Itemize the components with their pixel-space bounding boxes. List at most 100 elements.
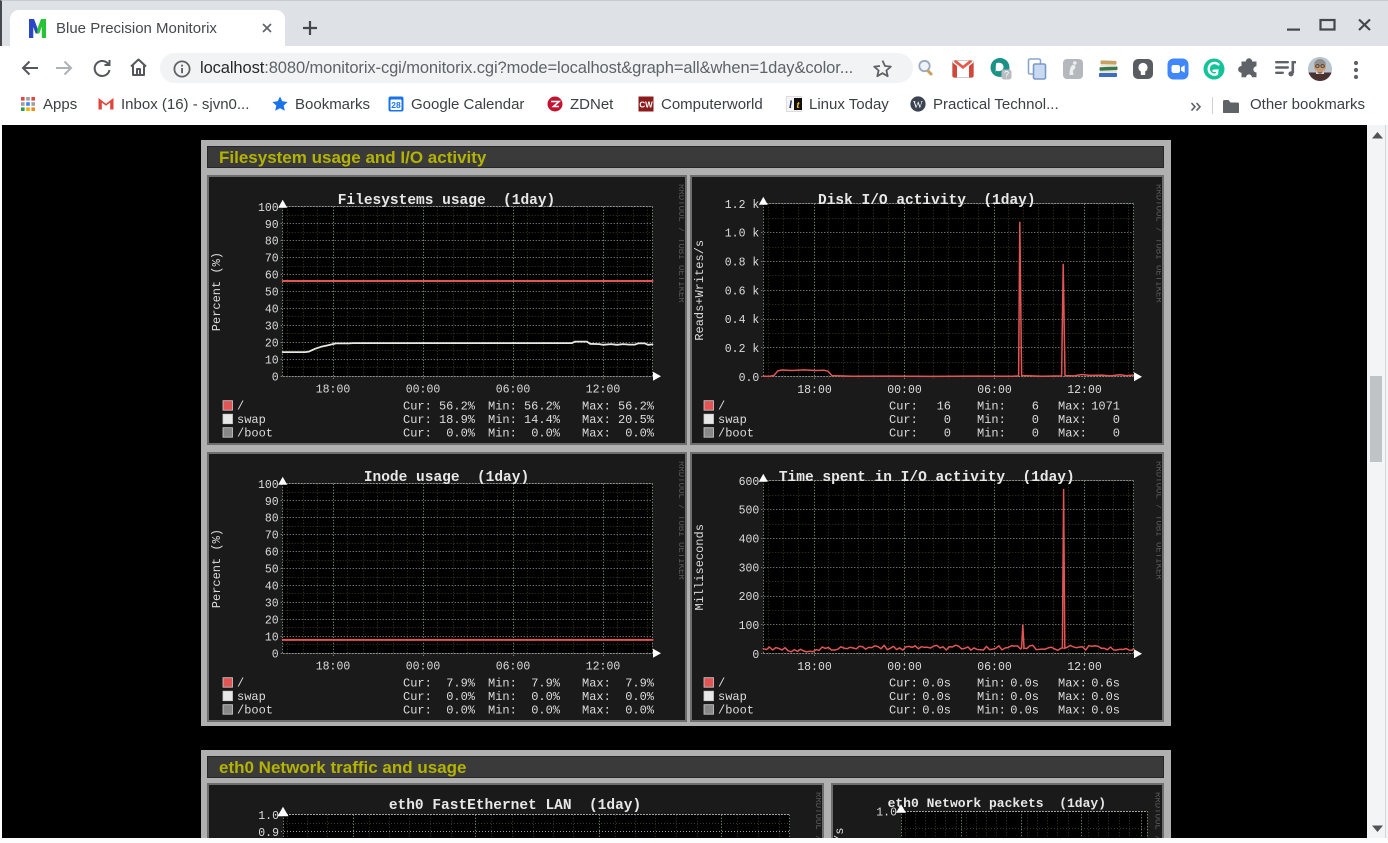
svg-text:16: 16 — [936, 399, 950, 413]
svg-text:/: / — [718, 399, 725, 413]
svg-text:eth0 Network packets (1day): eth0 Network packets (1day) — [887, 796, 1105, 811]
svg-text:56.2%: 56.2% — [523, 399, 560, 413]
svg-text:06:00: 06:00 — [977, 660, 1012, 673]
svg-text:Max:: Max: — [1058, 413, 1087, 427]
svg-text:Cur:: Cur: — [889, 426, 918, 440]
svg-text:0: 0 — [943, 413, 950, 427]
svg-text:00:00: 00:00 — [405, 383, 440, 396]
svg-text:0.6s: 0.6s — [1091, 676, 1120, 690]
svg-text:12:00: 12:00 — [1067, 383, 1102, 396]
svg-text:100: 100 — [738, 620, 759, 633]
svg-text:200: 200 — [738, 591, 759, 604]
svg-text:0.0%: 0.0% — [446, 426, 476, 440]
svg-text:0.0%: 0.0% — [446, 703, 476, 717]
svg-text:0: 0 — [271, 371, 278, 384]
svg-text:Max:: Max: — [582, 676, 611, 690]
svg-text:Max:: Max: — [582, 703, 611, 717]
svg-text:0.0s: 0.0s — [1010, 703, 1039, 717]
svg-text:Cur:: Cur: — [889, 399, 918, 413]
svg-text:400: 400 — [738, 533, 759, 546]
svg-text:Time spent in I/O activity (1: Time spent in I/O activity (1day) — [778, 470, 1074, 486]
svg-text:0.0s: 0.0s — [922, 703, 951, 717]
svg-text:Cur:: Cur: — [403, 703, 432, 717]
svg-text:00:00: 00:00 — [887, 383, 922, 396]
svg-text:7.9%: 7.9% — [625, 676, 655, 690]
svg-text:Cur:: Cur: — [403, 676, 432, 690]
svg-text:20.5%: 20.5% — [617, 413, 654, 427]
svg-text:30: 30 — [264, 597, 278, 610]
svg-text:Cur:: Cur: — [889, 690, 918, 704]
svg-text:18:00: 18:00 — [315, 383, 350, 396]
svg-text:6: 6 — [1031, 399, 1038, 413]
svg-text:00:00: 00:00 — [405, 660, 440, 673]
svg-text:Percent (%): Percent (%) — [210, 251, 224, 330]
svg-text:Min:: Min: — [977, 690, 1006, 704]
svg-text:18:00: 18:00 — [797, 660, 832, 673]
svg-text:1.0: 1.0 — [258, 810, 279, 823]
svg-text:600: 600 — [738, 475, 759, 488]
svg-text:Max:: Max: — [1058, 676, 1087, 690]
svg-text:0.8 k: 0.8 k — [724, 256, 759, 269]
svg-text:0.0s: 0.0s — [1010, 690, 1039, 704]
svg-text:Cur:: Cur: — [889, 676, 918, 690]
svg-text:14.4%: 14.4% — [523, 413, 560, 427]
svg-text:90: 90 — [264, 218, 278, 231]
svg-text:Inode usage (1day): Inode usage (1day) — [363, 470, 528, 486]
svg-text:/boot: /boot — [718, 703, 754, 717]
svg-text:100: 100 — [257, 478, 278, 491]
svg-text:7.9%: 7.9% — [446, 676, 476, 690]
svg-text:0.0s: 0.0s — [1010, 676, 1039, 690]
svg-text:Min:: Min: — [488, 426, 517, 440]
svg-text:0.0%: 0.0% — [625, 703, 655, 717]
svg-text:swap: swap — [718, 690, 747, 704]
svg-text:100: 100 — [257, 201, 278, 214]
svg-text:0: 0 — [1112, 426, 1119, 440]
svg-text:W: W — [913, 100, 923, 111]
svg-text:0: 0 — [943, 426, 950, 440]
svg-text:RRDTOOL / TOBI OETIKER: RRDTOOL / TOBI OETIKER — [1153, 184, 1161, 303]
svg-text:Reads+Writes/s: Reads+Writes/s — [693, 239, 707, 340]
svg-text:0.0s: 0.0s — [1091, 690, 1120, 704]
svg-text:0.0s: 0.0s — [922, 690, 951, 704]
svg-text:12:00: 12:00 — [585, 660, 620, 673]
svg-text:Max:: Max: — [1058, 426, 1087, 440]
svg-text:Max:: Max: — [582, 399, 611, 413]
svg-text:0.0%: 0.0% — [625, 690, 655, 704]
svg-text:/boot: /boot — [237, 703, 273, 717]
svg-text:56.2%: 56.2% — [438, 399, 475, 413]
svg-text:RRDTOOL / TOBI OETIKER: RRDTOOL / TOBI OETIKER — [813, 792, 821, 843]
svg-text:50: 50 — [264, 286, 278, 299]
svg-text:28: 28 — [391, 100, 401, 110]
svg-text:Min:: Min: — [977, 426, 1006, 440]
svg-text:RRDTOOL / TOBI OETIKER: RRDTOOL / TOBI OETIKER — [1153, 461, 1161, 580]
svg-text:Min:: Min: — [977, 399, 1006, 413]
svg-text:90: 90 — [264, 495, 278, 508]
svg-text:?: ? — [1004, 70, 1009, 80]
svg-text:Max:: Max: — [1058, 703, 1087, 717]
svg-text:0.0%: 0.0% — [625, 426, 655, 440]
svg-text:Percent (%): Percent (%) — [210, 528, 224, 607]
svg-text:eth0 FastEthernet LAN (1day): eth0 FastEthernet LAN (1day) — [388, 798, 640, 814]
svg-text:60: 60 — [264, 546, 278, 559]
svg-text:swap: swap — [237, 413, 266, 427]
svg-text:0: 0 — [1031, 413, 1038, 427]
svg-text:0.6 k: 0.6 k — [724, 285, 759, 298]
svg-text:0.0%: 0.0% — [531, 690, 561, 704]
svg-text:Min:: Min: — [488, 690, 517, 704]
svg-text:Min:: Min: — [488, 399, 517, 413]
svg-text:1071: 1071 — [1091, 399, 1120, 413]
svg-text:RRDTOOL / TOBI OETIKER: RRDTOOL / TOBI OETIKER — [676, 184, 684, 303]
svg-text:60: 60 — [264, 269, 278, 282]
svg-text:06:00: 06:00 — [977, 383, 1012, 396]
svg-text:500: 500 — [738, 504, 759, 517]
svg-text:18:00: 18:00 — [797, 383, 832, 396]
svg-text:0.0%: 0.0% — [531, 703, 561, 717]
svg-text:0.2 k: 0.2 k — [724, 343, 759, 356]
svg-text:80: 80 — [264, 512, 278, 525]
svg-text:Cur:: Cur: — [889, 413, 918, 427]
svg-text:30: 30 — [264, 320, 278, 333]
svg-text:Cur:: Cur: — [403, 690, 432, 704]
svg-text:1.0 k: 1.0 k — [724, 227, 759, 240]
svg-text:0: 0 — [1112, 413, 1119, 427]
svg-text:40: 40 — [264, 580, 278, 593]
